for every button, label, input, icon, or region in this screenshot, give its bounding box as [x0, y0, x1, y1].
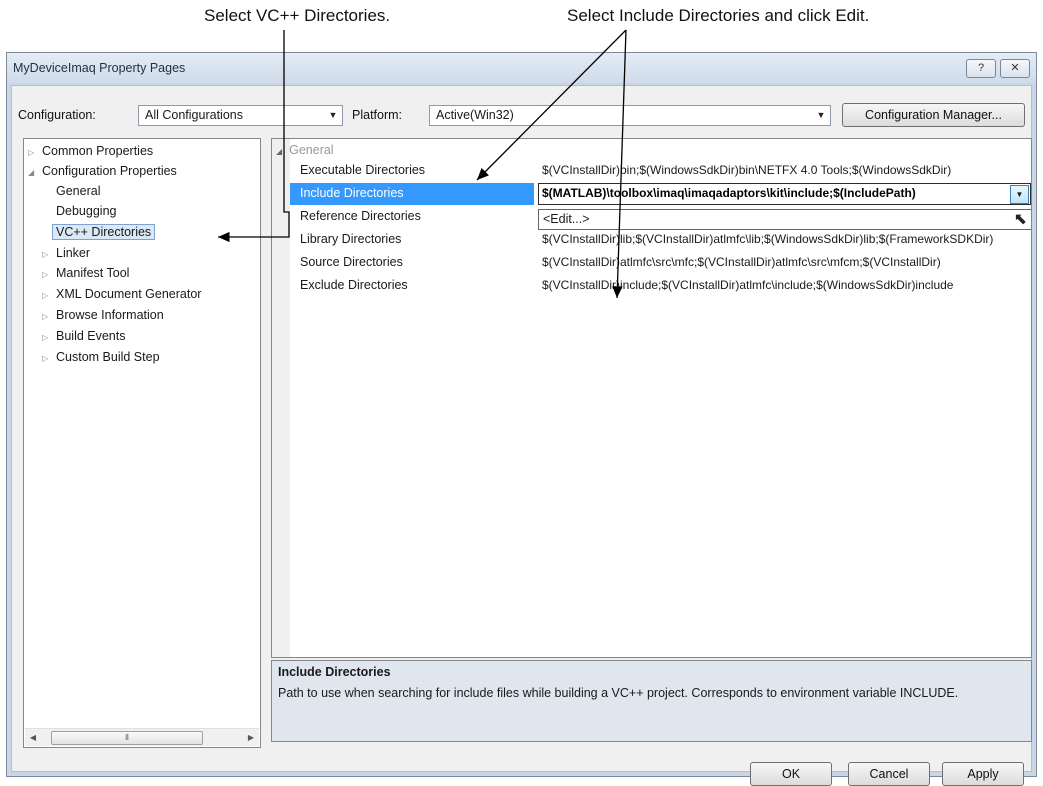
tree-item-label: Browse Information — [56, 308, 164, 322]
tree-item-label: General — [56, 184, 101, 198]
close-button[interactable]: ✕ — [1000, 59, 1030, 78]
platform-select[interactable]: Active(Win32) ▼ — [429, 105, 831, 126]
tree-item-label: XML Document Generator — [56, 287, 202, 301]
chevron-down-icon: ▼ — [328, 110, 338, 120]
tree-horizontal-scrollbar[interactable]: ◀ ⦀ ▶ — [25, 728, 259, 746]
tree-item-vc-directories[interactable]: VC++ Directories — [52, 222, 156, 242]
expand-arrow-icon[interactable]: ▷ — [42, 265, 56, 285]
property-row-library-directories[interactable]: Library Directories $(VCInstallDir)lib;$… — [290, 229, 1031, 251]
tree-item-label: Custom Build Step — [56, 350, 160, 364]
category-label: General — [289, 143, 334, 157]
property-value: $(MATLAB)\toolbox\imaq\imaqadaptors\kit\… — [542, 186, 916, 200]
expand-arrow-icon[interactable]: ▷ — [42, 245, 56, 265]
property-value: $(VCInstallDir)atlmfc\src\mfc;$(VCInstal… — [542, 255, 941, 269]
property-value: $(VCInstallDir)include;$(VCInstallDir)at… — [542, 278, 954, 292]
dialog-client-area: Configuration: All Configurations ▼ Plat… — [11, 85, 1032, 786]
property-row-include-directories[interactable]: Include Directories $(MATLAB)\toolbox\im… — [290, 183, 1031, 205]
dropdown-button[interactable]: ▼ — [1010, 185, 1029, 204]
tree-item-label: Common Properties — [42, 144, 154, 158]
tree-item-label: Debugging — [56, 204, 117, 218]
tree-item-custom-build-step[interactable]: ▷ Custom Build Step — [42, 347, 160, 367]
description-text: Path to use when searching for include f… — [278, 686, 959, 700]
description-panel: Include Directories Path to use when sea… — [271, 660, 1032, 742]
property-name: Reference Directories — [300, 209, 421, 223]
scrollbar-thumb[interactable]: ⦀ — [51, 731, 203, 745]
property-name: Exclude Directories — [300, 278, 408, 292]
property-pages-window: MyDeviceImaq Property Pages ? ✕ Configur… — [6, 52, 1037, 786]
tree-item-label: VC++ Directories — [52, 224, 156, 240]
collapse-arrow-icon[interactable]: ◢ — [276, 147, 282, 156]
cancel-button[interactable]: Cancel — [848, 762, 930, 786]
chevron-down-icon: ▼ — [1015, 190, 1024, 199]
configuration-label: Configuration: — [18, 108, 96, 122]
configuration-value: All Configurations — [145, 108, 243, 122]
tree-item-label: Configuration Properties — [42, 164, 177, 178]
expand-arrow-icon[interactable]: ▷ — [28, 143, 42, 163]
property-row-executable-directories[interactable]: Executable Directories $(VCInstallDir)bi… — [290, 160, 1031, 182]
window-title: MyDeviceImaq Property Pages — [13, 61, 186, 75]
tree-item-manifest-tool[interactable]: ▷ Manifest Tool — [42, 263, 129, 283]
property-name: Executable Directories — [300, 163, 426, 177]
help-button[interactable]: ? — [966, 59, 996, 78]
tree-item-configuration-properties[interactable]: ◢ Configuration Properties — [28, 161, 177, 181]
expand-arrow-icon[interactable]: ▷ — [42, 328, 56, 348]
caption-select-vc-directories: Select VC++ Directories. — [204, 6, 391, 25]
description-title: Include Directories — [278, 665, 391, 679]
mouse-pointer-icon: ⬉ — [1013, 211, 1027, 228]
configuration-manager-button[interactable]: Configuration Manager... — [842, 103, 1025, 127]
property-grid: ◢ General Executable Directories $(VCIns… — [271, 138, 1032, 658]
property-tree: ▷ Common Properties ◢ Configuration Proper… — [23, 138, 261, 748]
scroll-right-icon[interactable]: ▶ — [243, 729, 259, 746]
tree-item-general[interactable]: General — [56, 181, 100, 201]
tree-item-label: Linker — [56, 246, 91, 260]
expand-arrow-icon[interactable]: ▷ — [42, 307, 56, 327]
scroll-left-icon[interactable]: ◀ — [25, 729, 41, 746]
platform-value: Active(Win32) — [436, 108, 514, 122]
caption-select-include-directories: Select Include Directories and click Edi… — [567, 6, 870, 25]
property-row-exclude-directories[interactable]: Exclude Directories $(VCInstallDir)inclu… — [290, 275, 1031, 297]
property-name: Include Directories — [300, 186, 404, 200]
tree-item-label: Manifest Tool — [56, 266, 130, 280]
property-value: $(VCInstallDir)bin;$(WindowsSdkDir)bin\N… — [542, 163, 952, 177]
title-bar: MyDeviceImaq Property Pages ? ✕ — [7, 53, 1036, 83]
tree-item-common-properties[interactable]: ▷ Common Properties — [28, 141, 153, 161]
configuration-select[interactable]: All Configurations ▼ — [138, 105, 343, 126]
property-name: Source Directories — [300, 255, 403, 269]
tree-item-linker[interactable]: ▷ Linker — [42, 243, 90, 263]
edit-option[interactable]: <Edit...> — [543, 212, 590, 226]
tree-item-xml-document-generator[interactable]: ▷ XML Document Generator — [42, 284, 201, 304]
expand-arrow-icon[interactable]: ▷ — [42, 349, 56, 369]
tree-item-build-events[interactable]: ▷ Build Events — [42, 326, 125, 346]
collapse-arrow-icon[interactable]: ◢ — [28, 163, 42, 183]
property-name: Library Directories — [300, 232, 402, 246]
property-row-source-directories[interactable]: Source Directories $(VCInstallDir)atlmfc… — [290, 252, 1031, 274]
grid-margin — [272, 139, 290, 657]
expand-arrow-icon[interactable]: ▷ — [42, 286, 56, 306]
category-general[interactable]: ◢ General — [276, 143, 334, 157]
tree-item-browse-information[interactable]: ▷ Browse Information — [42, 305, 164, 325]
tree-item-label: Build Events — [56, 329, 126, 343]
close-icon: ✕ — [1010, 62, 1020, 74]
apply-button[interactable]: Apply — [942, 762, 1024, 786]
property-value: $(VCInstallDir)lib;$(VCInstallDir)atlmfc… — [542, 232, 994, 246]
tree-item-debugging[interactable]: Debugging — [56, 201, 116, 221]
platform-label: Platform: — [352, 108, 403, 122]
chevron-down-icon: ▼ — [816, 110, 826, 120]
ok-button[interactable]: OK — [750, 762, 832, 786]
edit-dropdown-list: <Edit...> — [538, 209, 1031, 230]
